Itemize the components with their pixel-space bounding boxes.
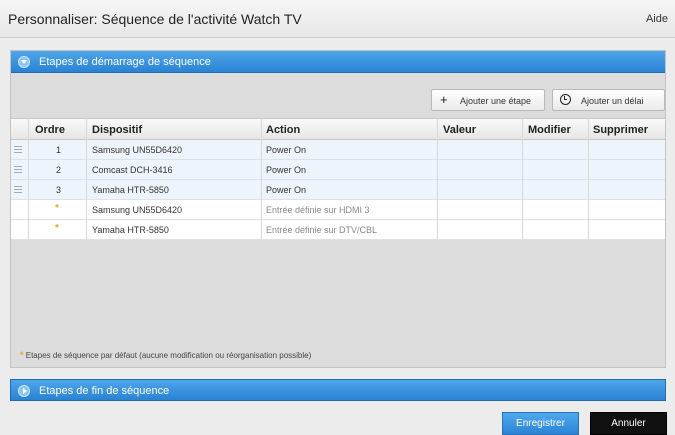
default-star: * (55, 223, 59, 234)
column-divider (28, 118, 29, 242)
add-step-button[interactable]: + Ajouter une étape (431, 89, 545, 111)
row-device: Comcast DCH-3416 (92, 165, 173, 175)
row-action: Power On (266, 165, 307, 175)
row-action: Entrée définie sur HDMI 3 (266, 205, 370, 215)
row-order: 3 (56, 185, 62, 195)
table-row[interactable]: 3 Yamaha HTR-5850 Power On (11, 180, 665, 200)
add-delay-label: Ajouter un délai (581, 96, 644, 106)
add-delay-button[interactable]: Ajouter un délai (552, 89, 665, 111)
drag-handle-icon[interactable] (14, 186, 22, 193)
row-order: 2 (56, 165, 62, 175)
start-sequence-panel: Etapes de démarrage de séquence + Ajoute… (10, 50, 666, 368)
row-action: Power On (266, 145, 307, 155)
start-sequence-title: Etapes de démarrage de séquence (39, 56, 211, 68)
row-action: Power On (266, 185, 307, 195)
expand-icon[interactable] (18, 385, 30, 397)
table-header: Ordre Dispositif Action Valeur Modifier … (11, 118, 665, 140)
column-order: Ordre (35, 124, 65, 136)
save-button[interactable]: Enregistrer (502, 412, 579, 435)
cancel-button[interactable]: Annuler (590, 412, 667, 435)
column-action: Action (266, 124, 301, 136)
column-divider (588, 118, 589, 242)
default-row: * Yamaha HTR-5850 Entrée définie sur DTV… (11, 220, 665, 240)
title-bar: Personnaliser: Séquence de l'activité Wa… (0, 0, 675, 38)
note-star: * (20, 350, 24, 360)
table-row[interactable]: 1 Samsung UN55D6420 Power On (11, 140, 665, 160)
row-device: Samsung UN55D6420 (92, 145, 183, 155)
start-sequence-header[interactable]: Etapes de démarrage de séquence (11, 51, 665, 73)
column-divider (261, 118, 262, 242)
drag-handle-icon[interactable] (14, 146, 22, 153)
column-delete: Supprimer (593, 124, 649, 136)
default-row: * Samsung UN55D6420 Entrée définie sur H… (11, 200, 665, 220)
row-action: Entrée définie sur DTV/CBL (266, 225, 378, 235)
collapse-icon[interactable] (18, 56, 30, 68)
row-order: 1 (56, 145, 62, 155)
clock-icon (560, 94, 571, 105)
row-device: Samsung UN55D6420 (92, 205, 183, 215)
window-title: Personnaliser: Séquence de l'activité Wa… (8, 11, 302, 27)
default-star: * (55, 203, 59, 214)
column-value: Valeur (443, 124, 477, 136)
column-divider (437, 118, 438, 242)
table-row[interactable]: 2 Comcast DCH-3416 Power On (11, 160, 665, 180)
add-step-label: Ajouter une étape (460, 96, 532, 106)
end-sequence-title: Etapes de fin de séquence (39, 385, 170, 397)
note-text: Etapes de séquence par défaut (aucune mo… (25, 351, 312, 360)
column-divider (86, 118, 87, 242)
column-edit: Modifier (528, 124, 571, 136)
row-device: Yamaha HTR-5850 (92, 225, 169, 235)
drag-handle-icon[interactable] (14, 166, 22, 173)
end-sequence-header[interactable]: Etapes de fin de séquence (10, 379, 666, 401)
default-steps-note: * Etapes de séquence par défaut (aucune … (20, 350, 311, 360)
help-link[interactable]: Aide (646, 13, 668, 25)
column-divider (522, 118, 523, 242)
sequence-table: Ordre Dispositif Action Valeur Modifier … (11, 118, 665, 242)
column-device: Dispositif (92, 124, 143, 136)
plus-icon: + (440, 92, 448, 107)
row-device: Yamaha HTR-5850 (92, 185, 169, 195)
